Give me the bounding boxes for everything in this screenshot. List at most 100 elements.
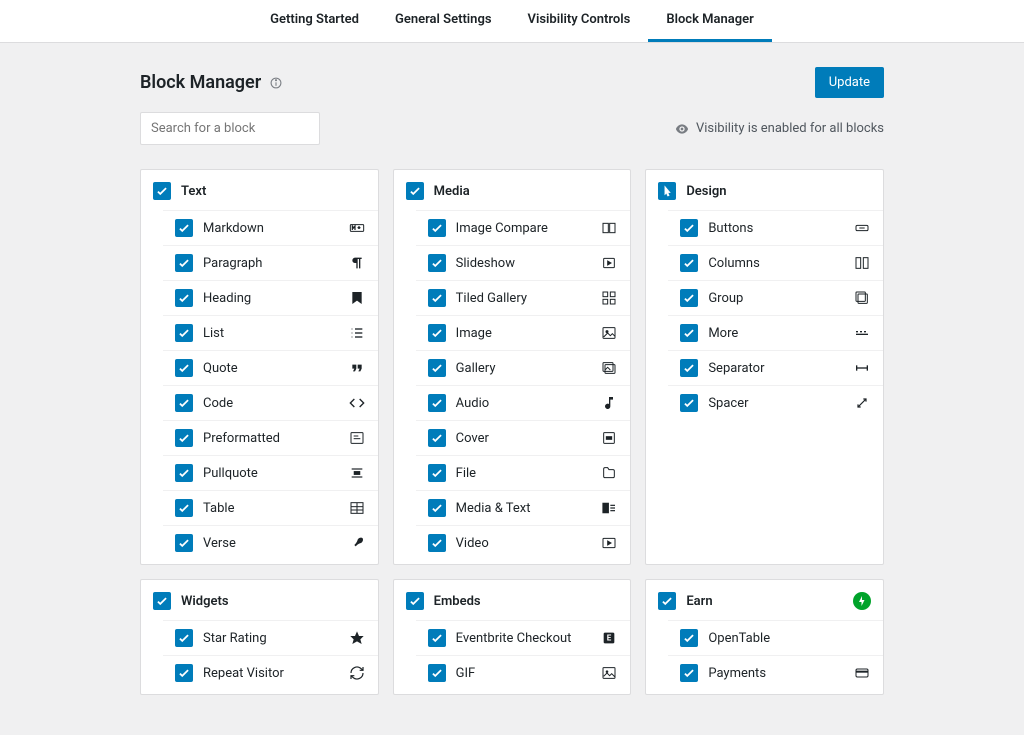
block-row-verse[interactable]: Verse (163, 525, 378, 560)
heading-icon (348, 289, 366, 307)
block-row-gallery[interactable]: Gallery (416, 350, 631, 385)
file-icon (600, 464, 618, 482)
block-checkbox[interactable] (175, 429, 193, 447)
update-button[interactable]: Update (815, 67, 884, 98)
block-row-group[interactable]: Group (668, 280, 883, 315)
opentable-icon (853, 629, 871, 647)
block-checkbox[interactable] (175, 664, 193, 682)
block-checkbox[interactable] (680, 289, 698, 307)
block-checkbox[interactable] (428, 629, 446, 647)
block-row-tiled-gallery[interactable]: Tiled Gallery (416, 280, 631, 315)
block-label: List (203, 326, 338, 341)
block-checkbox[interactable] (175, 289, 193, 307)
block-row-image[interactable]: Image (416, 315, 631, 350)
block-checkbox[interactable] (428, 664, 446, 682)
block-row-slideshow[interactable]: Slideshow (416, 245, 631, 280)
search-input[interactable] (140, 112, 320, 145)
page-title: Block Manager (140, 72, 261, 93)
block-row-columns[interactable]: Columns (668, 245, 883, 280)
block-row-table[interactable]: Table (163, 490, 378, 525)
block-label: Group (708, 291, 843, 306)
block-row-buttons[interactable]: Buttons (668, 210, 883, 245)
block-checkbox[interactable] (175, 499, 193, 517)
block-row-video[interactable]: Video (416, 525, 631, 560)
category-card-text: Text Markdown Paragraph Heading List Quote Cod… (140, 169, 379, 565)
category-checkbox-design[interactable] (658, 182, 676, 200)
block-row-separator[interactable]: Separator (668, 350, 883, 385)
star-icon (348, 629, 366, 647)
block-row-more[interactable]: More (668, 315, 883, 350)
block-row-payments[interactable]: Payments (668, 655, 883, 690)
block-row-code[interactable]: Code (163, 385, 378, 420)
block-checkbox[interactable] (680, 324, 698, 342)
block-row-opentable[interactable]: OpenTable (668, 620, 883, 655)
block-row-heading[interactable]: Heading (163, 280, 378, 315)
block-checkbox[interactable] (428, 359, 446, 377)
block-checkbox[interactable] (175, 534, 193, 552)
block-row-list[interactable]: List (163, 315, 378, 350)
block-label: Pullquote (203, 466, 338, 481)
columns-icon (853, 254, 871, 272)
block-checkbox[interactable] (428, 499, 446, 517)
block-row-gif[interactable]: GIF (416, 655, 631, 690)
tab-general-settings[interactable]: General Settings (377, 0, 510, 42)
imagecompare-icon (600, 219, 618, 237)
tab-block-manager[interactable]: Block Manager (648, 0, 772, 42)
category-checkbox[interactable] (153, 182, 171, 200)
block-checkbox[interactable] (428, 394, 446, 412)
block-label: Cover (456, 431, 591, 446)
block-row-preformatted[interactable]: Preformatted (163, 420, 378, 455)
block-row-pullquote[interactable]: Pullquote (163, 455, 378, 490)
block-row-audio[interactable]: Audio (416, 385, 631, 420)
block-checkbox[interactable] (428, 289, 446, 307)
block-label: Code (203, 396, 338, 411)
block-checkbox[interactable] (680, 629, 698, 647)
visibility-status: Visibility is enabled for all blocks (674, 121, 884, 137)
block-checkbox[interactable] (428, 534, 446, 552)
block-row-markdown[interactable]: Markdown (163, 210, 378, 245)
svg-text:E: E (607, 634, 612, 643)
block-checkbox[interactable] (428, 464, 446, 482)
block-row-media-text[interactable]: Media & Text (416, 490, 631, 525)
block-row-cover[interactable]: Cover (416, 420, 631, 455)
block-checkbox[interactable] (428, 324, 446, 342)
tabs-bar: Getting StartedGeneral SettingsVisibilit… (0, 0, 1024, 43)
block-checkbox[interactable] (175, 359, 193, 377)
block-row-image-compare[interactable]: Image Compare (416, 210, 631, 245)
category-checkbox[interactable] (406, 182, 424, 200)
block-checkbox[interactable] (175, 254, 193, 272)
category-card-embeds: EmbedsEventbrite CheckoutEGIF (393, 579, 632, 695)
audio-icon (600, 394, 618, 412)
block-row-paragraph[interactable]: Paragraph (163, 245, 378, 280)
category-checkbox[interactable] (153, 592, 171, 610)
block-label: Paragraph (203, 256, 338, 271)
block-row-repeat-visitor[interactable]: Repeat Visitor (163, 655, 378, 690)
block-checkbox[interactable] (428, 429, 446, 447)
block-checkbox[interactable] (428, 219, 446, 237)
more-icon (853, 324, 871, 342)
block-row-eventbrite-checkout[interactable]: Eventbrite CheckoutE (416, 620, 631, 655)
block-checkbox[interactable] (175, 219, 193, 237)
category-title: Text (181, 184, 206, 199)
block-checkbox[interactable] (175, 324, 193, 342)
block-row-file[interactable]: File (416, 455, 631, 490)
block-checkbox[interactable] (175, 629, 193, 647)
block-checkbox[interactable] (680, 394, 698, 412)
info-icon[interactable] (269, 76, 283, 90)
category-checkbox[interactable] (406, 592, 424, 610)
tab-visibility-controls[interactable]: Visibility Controls (510, 0, 649, 42)
block-row-spacer[interactable]: Spacer (668, 385, 883, 420)
block-checkbox[interactable] (680, 219, 698, 237)
block-checkbox[interactable] (680, 664, 698, 682)
block-checkbox[interactable] (680, 359, 698, 377)
block-label: Media & Text (456, 501, 591, 516)
category-checkbox[interactable] (658, 592, 676, 610)
block-row-star-rating[interactable]: Star Rating (163, 620, 378, 655)
block-checkbox[interactable] (680, 254, 698, 272)
tab-getting-started[interactable]: Getting Started (252, 0, 377, 42)
block-label: Slideshow (456, 256, 591, 271)
block-checkbox[interactable] (175, 464, 193, 482)
block-checkbox[interactable] (175, 394, 193, 412)
block-row-quote[interactable]: Quote (163, 350, 378, 385)
block-checkbox[interactable] (428, 254, 446, 272)
